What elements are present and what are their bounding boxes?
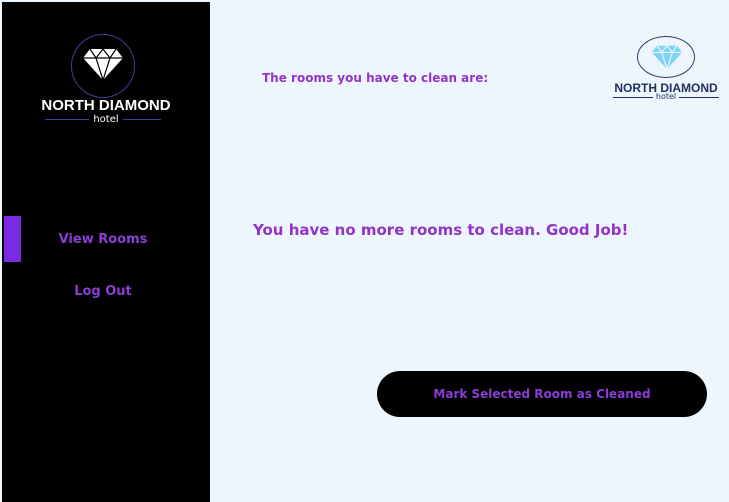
mark-room-cleaned-label: Mark Selected Room as Cleaned xyxy=(433,387,651,401)
nav-log-out[interactable]: Log Out xyxy=(2,284,204,299)
empty-rooms-message: You have no more rooms to clean. Good Jo… xyxy=(253,221,629,239)
brand-logo-emblem xyxy=(637,36,695,78)
sidebar-logo-subtitle: hotel xyxy=(89,114,123,125)
sidebar-logo-title: NORTH DIAMOND xyxy=(41,97,171,114)
diamond-icon xyxy=(651,44,683,70)
rooms-header: The rooms you have to clean are: xyxy=(262,71,489,85)
brand-logo: NORTH DIAMOND hotel xyxy=(611,36,721,106)
mark-room-cleaned-button[interactable]: Mark Selected Room as Cleaned xyxy=(377,371,707,417)
brand-logo-subtitle: hotel xyxy=(652,92,680,101)
nav-view-rooms[interactable]: View Rooms xyxy=(2,232,204,247)
diamond-icon xyxy=(83,48,123,81)
sidebar: NORTH DIAMOND hotel View Rooms Log Out xyxy=(2,2,210,502)
sidebar-logo-emblem xyxy=(71,34,135,98)
